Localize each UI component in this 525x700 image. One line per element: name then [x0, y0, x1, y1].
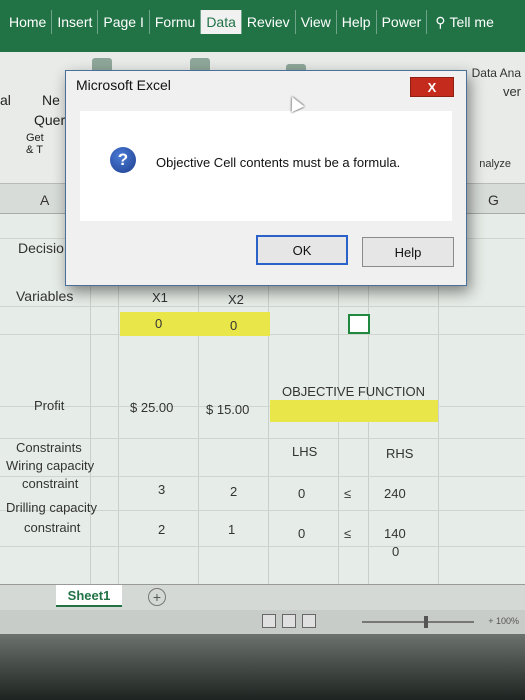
tab-page-layout[interactable]: Page I [98, 10, 150, 34]
drilling-lhs-cell[interactable]: 0 [298, 526, 305, 541]
dialog-body: ? Objective Cell contents must be a form… [80, 111, 452, 221]
page-break-view-icon[interactable] [302, 614, 316, 628]
normal-view-icon[interactable] [262, 614, 276, 628]
wiring-x2-cell[interactable]: 2 [230, 484, 237, 499]
analyze-group-label: nalyze [479, 158, 511, 170]
get-transform-label: Get & T [26, 132, 44, 156]
zoom-level[interactable]: + 100% [488, 616, 519, 626]
tab-review[interactable]: Reviev [242, 10, 296, 34]
variables-label: Variables [16, 288, 74, 304]
dialog-title: Microsoft Excel [76, 77, 171, 93]
x2-header: X2 [228, 292, 244, 307]
drilling-label-2: constraint [24, 520, 81, 535]
profit-label: Profit [34, 398, 65, 413]
wiring-sign: ≤ [344, 486, 352, 501]
ribbon: Home Insert Page I Formu Data Reviev Vie… [0, 0, 525, 52]
tab-home[interactable]: Home [4, 10, 53, 34]
constraints-label: Constraints [16, 440, 82, 455]
wiring-rhs-cell[interactable]: 240 [384, 486, 406, 501]
add-sheet-icon[interactable]: + [148, 588, 166, 606]
search-icon: ⚲ [435, 13, 446, 30]
selected-cell[interactable] [348, 314, 370, 334]
lhs-header: LHS [292, 444, 318, 459]
sheet-tab-bar: Sheet1 + [0, 584, 525, 610]
desk-background [0, 634, 525, 700]
drilling-x2-cell[interactable]: 1 [228, 522, 235, 537]
tab-formulas[interactable]: Formu [150, 10, 202, 34]
ribbon-tabs: Home Insert Page I Formu Data Reviev Vie… [4, 10, 494, 34]
grid-line [0, 476, 525, 477]
tab-view[interactable]: View [296, 10, 337, 34]
decision-variable-cells[interactable] [120, 312, 270, 336]
column-header-a[interactable]: A [40, 192, 49, 208]
wiring-x1-cell[interactable]: 3 [158, 482, 165, 497]
profit-x2-cell[interactable]: $ 15.00 [206, 402, 249, 417]
column-header-g[interactable]: G [488, 192, 499, 208]
x1-value-cell[interactable]: 0 [155, 316, 162, 331]
objective-cell[interactable] [270, 400, 438, 422]
view-buttons [262, 614, 316, 628]
zoom-slider-thumb[interactable] [424, 616, 428, 628]
question-icon: ? [110, 147, 136, 173]
drilling-sign: ≤ [344, 526, 352, 541]
new-query-label[interactable]: Ne [42, 92, 60, 108]
status-bar: + 100% [0, 610, 525, 634]
toolbar-partial-label: al [0, 92, 11, 108]
tell-me-box[interactable]: ⚲ Tell me [435, 14, 494, 31]
data-analysis-button[interactable]: Data Ana [472, 66, 521, 80]
sheet-tab-sheet1[interactable]: Sheet1 [56, 585, 122, 607]
x2-value-cell[interactable]: 0 [230, 318, 237, 333]
drilling-label: Drilling capacity [6, 500, 98, 515]
drilling-rhs-cell[interactable]: 140 [384, 526, 406, 541]
drilling-x1-cell[interactable]: 2 [158, 522, 165, 537]
tab-insert[interactable]: Insert [52, 10, 99, 34]
tab-power[interactable]: Power [377, 10, 428, 34]
tab-help[interactable]: Help [337, 10, 377, 34]
close-button[interactable]: X [410, 77, 454, 97]
rhs-header: RHS [386, 446, 414, 461]
decision-label: Decisio [18, 240, 64, 256]
query-label[interactable]: Quer [34, 112, 65, 128]
zoom-slider[interactable] [362, 621, 474, 623]
page-layout-view-icon[interactable] [282, 614, 296, 628]
ok-button[interactable]: OK [256, 235, 348, 265]
extra-zero-cell[interactable]: 0 [392, 544, 399, 559]
objective-function-label: OBJECTIVE FUNCTION [282, 384, 426, 399]
grid-line [0, 306, 525, 307]
grid-line [0, 438, 525, 439]
dialog-message: Objective Cell contents must be a formul… [156, 155, 401, 170]
grid-line [0, 406, 525, 407]
x1-header: X1 [152, 290, 168, 305]
wiring-label-2: constraint [22, 476, 79, 491]
wiring-label: Wiring capacity [6, 458, 95, 473]
wiring-lhs-cell[interactable]: 0 [298, 486, 305, 501]
grid-line [0, 546, 525, 547]
solver-button[interactable]: ver [503, 84, 521, 99]
profit-x1-cell[interactable]: $ 25.00 [130, 400, 173, 415]
tell-me-label: Tell me [449, 14, 494, 30]
help-button[interactable]: Help [362, 237, 454, 267]
tab-data[interactable]: Data [201, 10, 242, 34]
message-dialog: Microsoft Excel X ? Objective Cell conte… [65, 70, 467, 286]
